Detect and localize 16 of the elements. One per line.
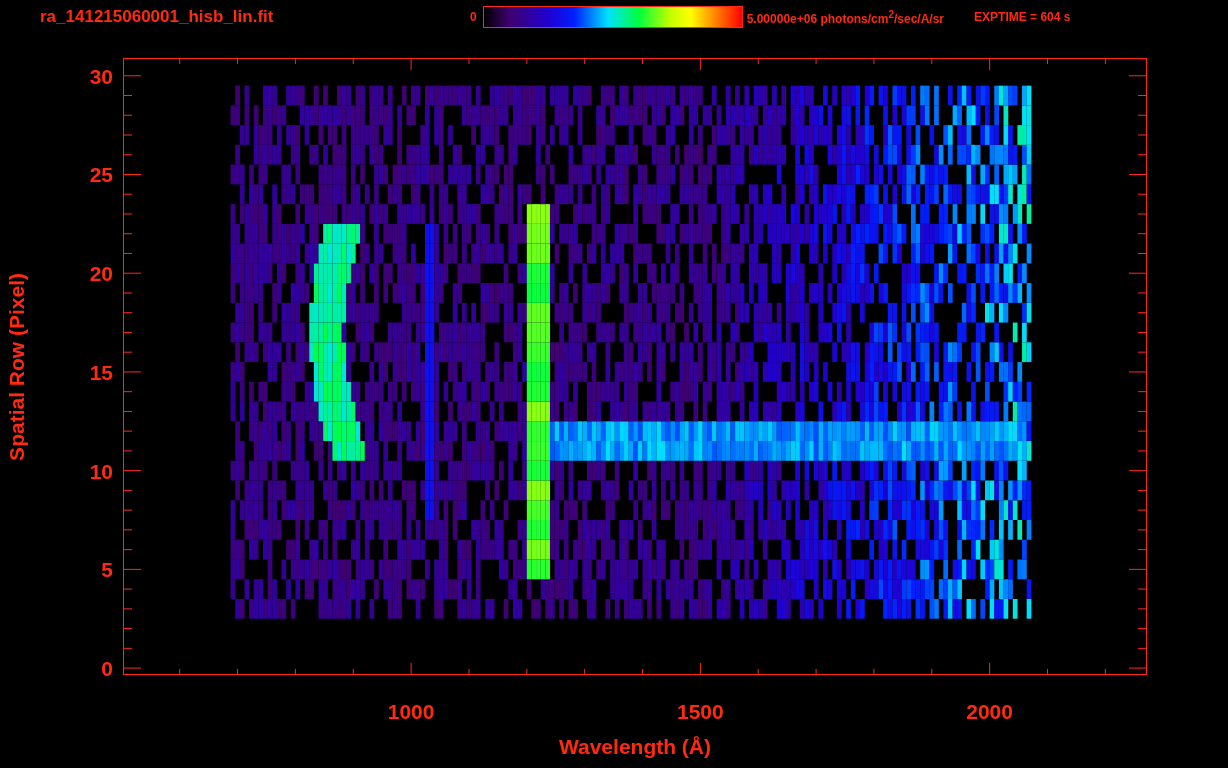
y-tick-label: 30	[89, 65, 113, 87]
y-tick-label: 15	[89, 361, 113, 383]
exposure-time: EXPTIME = 604 s	[974, 10, 1071, 24]
y-tick-label: 25	[89, 164, 113, 186]
y-axis-label: Spatial Row (Pixel)	[5, 272, 29, 461]
y-tick-label: 5	[101, 559, 113, 581]
x-axis-label: Wavelength (Å)	[558, 735, 712, 759]
file-title: ra_141215060001_hisb_lin.fit	[40, 7, 275, 27]
colorbar-max-label: 5.00000e+06 photons/cm$^{2}$/sec/A/sr	[746, 8, 945, 26]
y-tick-label: 10	[89, 460, 113, 482]
x-tick-label: 2000	[965, 701, 1014, 722]
x-tick-label: 1500	[676, 701, 725, 722]
y-tick-label: 20	[89, 263, 113, 285]
colorbar-min-label: 0	[470, 10, 477, 24]
x-tick-label: 1000	[386, 701, 436, 722]
y-tick-label: 0	[101, 658, 113, 680]
